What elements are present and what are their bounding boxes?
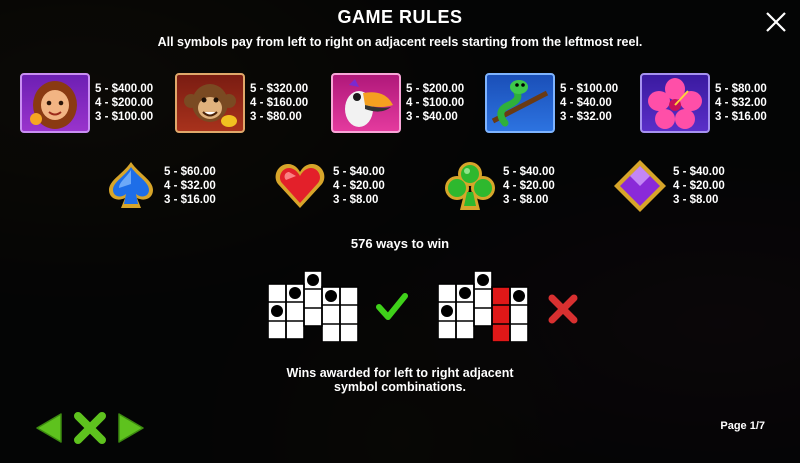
- win-description-line-2: symbol combinations.: [334, 380, 466, 394]
- monkey-pay-5: 5 - $320.00: [250, 83, 309, 95]
- close-icon[interactable]: [764, 10, 788, 34]
- paytable-item-heart: 5 - $40.00 4 - $20.00 3 - $8.00: [272, 158, 385, 214]
- paytable-item-monkey: 5 - $320.00 4 - $160.00 3 - $80.00: [175, 73, 308, 133]
- spade-pay-5: 5 - $60.00: [164, 166, 216, 178]
- valid-win-diagram: [268, 271, 359, 342]
- hibiscus-symbol-icon: [640, 73, 710, 133]
- win-description-line-1: Wins awarded for left to right adjacent: [286, 366, 514, 380]
- club-gem-icon: [445, 162, 495, 210]
- heart-pay-4: 4 - $20.00: [333, 180, 385, 192]
- paytable-item-snake: 5 - $100.00 4 - $40.00 3 - $32.00: [485, 73, 618, 133]
- diamond-pay-5: 5 - $40.00: [673, 166, 725, 178]
- diamond-pay-4: 4 - $20.00: [673, 180, 725, 192]
- ways-to-win-label: 576 ways to win: [350, 236, 450, 251]
- snake-pay-4: 4 - $40.00: [560, 97, 612, 109]
- rules-subtitle: All symbols pay from left to right on ad…: [157, 35, 643, 49]
- snake-pay-5: 5 - $100.00: [560, 83, 619, 95]
- snake-symbol-icon: [485, 73, 555, 133]
- paytable-item-girl: 5 - $400.00 4 - $200.00 3 - $100.00: [20, 73, 153, 133]
- girl-symbol-icon: [20, 73, 90, 133]
- invalid-win-diagram: [438, 271, 529, 342]
- snake-pay-3: 3 - $32.00: [560, 111, 612, 123]
- diamond-gem-icon: [614, 160, 666, 212]
- page-title: GAME RULES: [337, 7, 463, 27]
- heart-pay-5: 5 - $40.00: [333, 166, 385, 178]
- page-indicator: Page 1/7: [720, 420, 765, 432]
- diamond-pay-3: 3 - $8.00: [673, 194, 719, 206]
- monkey-pay-3: 3 - $80.00: [250, 111, 302, 123]
- paytable-item-toucan: 5 - $200.00 4 - $100.00 3 - $40.00: [331, 73, 464, 133]
- monkey-pay-4: 4 - $160.00: [250, 97, 309, 109]
- toucan-pay-3: 3 - $40.00: [406, 111, 458, 123]
- toucan-pay-4: 4 - $100.00: [406, 97, 465, 109]
- arrow-right-icon[interactable]: [116, 411, 146, 445]
- paytable-item-hibiscus: 5 - $80.00 4 - $32.00 3 - $16.00: [640, 73, 767, 133]
- paytable-item-club: 5 - $40.00 4 - $20.00 3 - $8.00: [442, 158, 555, 214]
- spade-pay-4: 4 - $32.00: [164, 180, 216, 192]
- girl-pay-5: 5 - $400.00: [95, 83, 154, 95]
- spade-pay-3: 3 - $16.00: [164, 194, 216, 206]
- toucan-symbol-icon: [331, 73, 401, 133]
- hibiscus-pay-5: 5 - $80.00: [715, 83, 767, 95]
- paytable-item-spade: 5 - $60.00 4 - $32.00 3 - $16.00: [103, 158, 216, 214]
- x-home-icon[interactable]: [72, 411, 108, 445]
- cross-icon: [548, 294, 578, 324]
- check-icon: [376, 293, 408, 320]
- spade-gem-icon: [109, 162, 153, 208]
- club-pay-5: 5 - $40.00: [503, 166, 555, 178]
- girl-pay-3: 3 - $100.00: [95, 111, 154, 123]
- win-description: Wins awarded for left to right adjacent …: [0, 366, 800, 394]
- toucan-pay-5: 5 - $200.00: [406, 83, 465, 95]
- club-pay-3: 3 - $8.00: [503, 194, 549, 206]
- hibiscus-pay-4: 4 - $32.00: [715, 97, 767, 109]
- girl-pay-4: 4 - $200.00: [95, 97, 154, 109]
- paytable-item-diamond: 5 - $40.00 4 - $20.00 3 - $8.00: [612, 158, 725, 214]
- hibiscus-pay-3: 3 - $16.00: [715, 111, 767, 123]
- monkey-symbol-icon: [175, 73, 245, 133]
- arrow-left-icon[interactable]: [34, 411, 64, 445]
- heart-pay-3: 3 - $8.00: [333, 194, 379, 206]
- club-pay-4: 4 - $20.00: [503, 180, 555, 192]
- heart-gem-icon: [275, 164, 325, 208]
